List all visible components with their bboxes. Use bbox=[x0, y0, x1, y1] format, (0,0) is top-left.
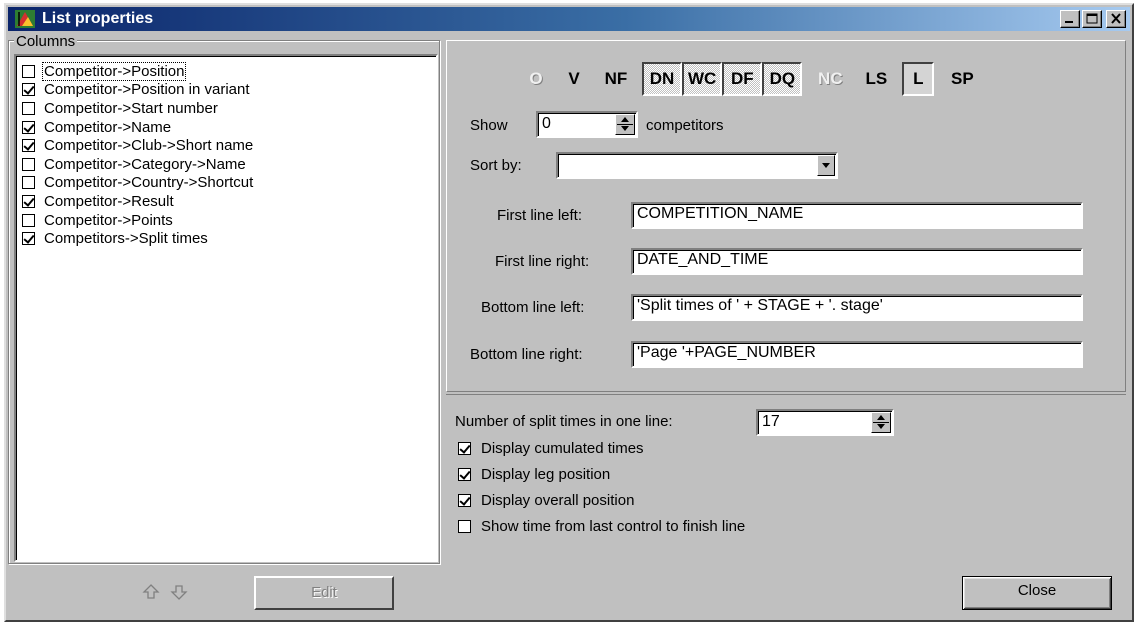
minimize-button[interactable] bbox=[1060, 10, 1080, 28]
split-count-value: 17 bbox=[762, 413, 780, 430]
spin-up-icon bbox=[877, 415, 885, 420]
panel-separator bbox=[446, 394, 1126, 395]
column-label: Competitor->Category->Name bbox=[44, 155, 246, 173]
first-line-right-input[interactable]: DATE_AND_TIME bbox=[631, 248, 1083, 275]
column-label: Competitor->Result bbox=[44, 192, 174, 210]
bottom-line-left-label: Bottom line left: bbox=[481, 299, 585, 316]
close-icon bbox=[1111, 13, 1121, 24]
window-title: List properties bbox=[42, 10, 154, 27]
column-list-item[interactable]: Competitor->Category->Name bbox=[22, 155, 436, 174]
sort-by-dropdown-button[interactable] bbox=[817, 155, 835, 176]
flag-toggle-nc[interactable]: NC bbox=[810, 62, 850, 96]
show-label: Show bbox=[470, 117, 508, 134]
flag-toggle-ls[interactable]: LS bbox=[856, 62, 896, 96]
spin-down-icon bbox=[621, 126, 629, 131]
arrow-down-icon bbox=[170, 585, 188, 600]
column-list-item[interactable]: Competitor->Points bbox=[22, 211, 436, 230]
bottom-line-right-label: Bottom line right: bbox=[470, 346, 583, 363]
flag-toggle-l[interactable]: L bbox=[902, 62, 935, 96]
split-count-spinner[interactable]: 17 bbox=[756, 409, 894, 436]
column-list-item[interactable]: Competitor->Country->Shortcut bbox=[22, 174, 436, 193]
columns-listbox[interactable]: Competitor->Position Competitor->Position… bbox=[14, 54, 438, 562]
column-checkbox[interactable] bbox=[22, 120, 35, 134]
show-count-spinner[interactable]: 0 bbox=[536, 111, 638, 138]
flag-toggle-dq[interactable]: DQ bbox=[762, 62, 803, 96]
bottom-line-left-input[interactable]: 'Split times of ' + STAGE + '. stage' bbox=[631, 294, 1083, 321]
split-option-label: Display cumulated times bbox=[481, 440, 644, 457]
split-option-checkbox[interactable] bbox=[458, 520, 471, 533]
column-label: Competitor->Club->Short name bbox=[44, 137, 254, 155]
show-count-spin-buttons[interactable] bbox=[615, 114, 635, 135]
split-option[interactable]: Display cumulated times bbox=[458, 440, 644, 457]
column-checkbox[interactable] bbox=[22, 64, 35, 78]
edit-button[interactable]: Edit bbox=[254, 576, 394, 610]
minimize-icon bbox=[1065, 21, 1073, 23]
split-option-label: Display overall position bbox=[481, 492, 635, 509]
column-label: Competitor->Points bbox=[44, 211, 173, 229]
column-list-item[interactable]: Competitor->Result bbox=[22, 192, 436, 211]
show-count-value: 0 bbox=[542, 115, 551, 132]
result-flag-toolbar: O V NF DN WC DF DQ NC LS L SP bbox=[520, 62, 988, 96]
flag-toggle-nf[interactable]: NF bbox=[596, 62, 636, 96]
column-list-item[interactable]: Competitor->Name bbox=[22, 118, 436, 137]
arrow-up-icon bbox=[142, 584, 160, 599]
column-checkbox[interactable] bbox=[22, 232, 35, 246]
column-checkbox[interactable] bbox=[22, 194, 35, 208]
first-line-left-label: First line left: bbox=[497, 207, 583, 224]
maximize-button[interactable] bbox=[1082, 10, 1102, 28]
column-checkbox[interactable] bbox=[22, 83, 35, 97]
column-list-item[interactable]: Competitor->Start number bbox=[22, 99, 436, 118]
close-button[interactable]: Close bbox=[962, 576, 1112, 610]
app-icon bbox=[15, 10, 35, 28]
split-option-label: Show time from last control to finish li… bbox=[481, 518, 746, 535]
split-count-label: Number of split times in one line: bbox=[455, 413, 673, 430]
column-checkbox[interactable] bbox=[22, 176, 35, 190]
flag-toggle-sp[interactable]: SP bbox=[942, 62, 982, 96]
flag-toggle-dn[interactable]: DN bbox=[642, 62, 682, 96]
flag-toggle-wc[interactable]: WC bbox=[682, 62, 723, 96]
split-option-label: Display leg position bbox=[481, 466, 611, 483]
column-label: Competitor->Position bbox=[41, 61, 187, 81]
column-label: Competitors->Split times bbox=[44, 230, 208, 248]
first-line-right-label: First line right: bbox=[495, 253, 590, 270]
spin-up-icon bbox=[621, 117, 629, 122]
split-option-checkbox[interactable] bbox=[458, 442, 471, 455]
columns-group-label: Columns bbox=[14, 33, 78, 50]
column-label: Competitor->Country->Shortcut bbox=[44, 174, 254, 192]
split-option[interactable]: Display overall position bbox=[458, 492, 634, 509]
sort-by-select[interactable] bbox=[556, 152, 838, 179]
column-label: Competitor->Name bbox=[44, 118, 172, 136]
sort-by-label: Sort by: bbox=[470, 157, 522, 174]
flag-toggle-o[interactable]: O bbox=[520, 62, 552, 96]
column-checkbox[interactable] bbox=[22, 157, 35, 171]
column-checkbox[interactable] bbox=[22, 213, 35, 227]
flag-toggle-v[interactable]: V bbox=[558, 62, 590, 96]
split-count-spin-buttons[interactable] bbox=[871, 412, 891, 433]
column-list-item[interactable]: Competitors->Split times bbox=[22, 229, 436, 248]
move-up-button[interactable] bbox=[138, 579, 164, 605]
first-line-left-input[interactable]: COMPETITION_NAME bbox=[631, 202, 1083, 229]
split-option[interactable]: Display leg position bbox=[458, 466, 610, 483]
column-checkbox[interactable] bbox=[22, 139, 35, 153]
column-checkbox[interactable] bbox=[22, 101, 35, 115]
column-list-item[interactable]: Competitor->Position in variant bbox=[22, 81, 436, 100]
column-list-item[interactable]: Competitor->Position bbox=[22, 61, 436, 81]
split-option[interactable]: Show time from last control to finish li… bbox=[458, 518, 745, 535]
title-bar[interactable]: List properties bbox=[8, 7, 1130, 31]
move-down-button[interactable] bbox=[166, 579, 192, 605]
competitors-label: competitors bbox=[646, 117, 724, 134]
close-window-button[interactable] bbox=[1106, 10, 1126, 28]
chevron-down-icon bbox=[822, 163, 830, 168]
split-option-checkbox[interactable] bbox=[458, 468, 471, 481]
bottom-line-right-input[interactable]: 'Page '+PAGE_NUMBER bbox=[631, 341, 1083, 368]
spin-down-icon bbox=[877, 424, 885, 429]
split-option-checkbox[interactable] bbox=[458, 494, 471, 507]
maximize-icon bbox=[1086, 13, 1098, 24]
column-list-item[interactable]: Competitor->Club->Short name bbox=[22, 136, 436, 155]
column-label: Competitor->Position in variant bbox=[44, 81, 250, 99]
column-label: Competitor->Start number bbox=[44, 99, 218, 117]
flag-toggle-df[interactable]: DF bbox=[722, 62, 763, 96]
